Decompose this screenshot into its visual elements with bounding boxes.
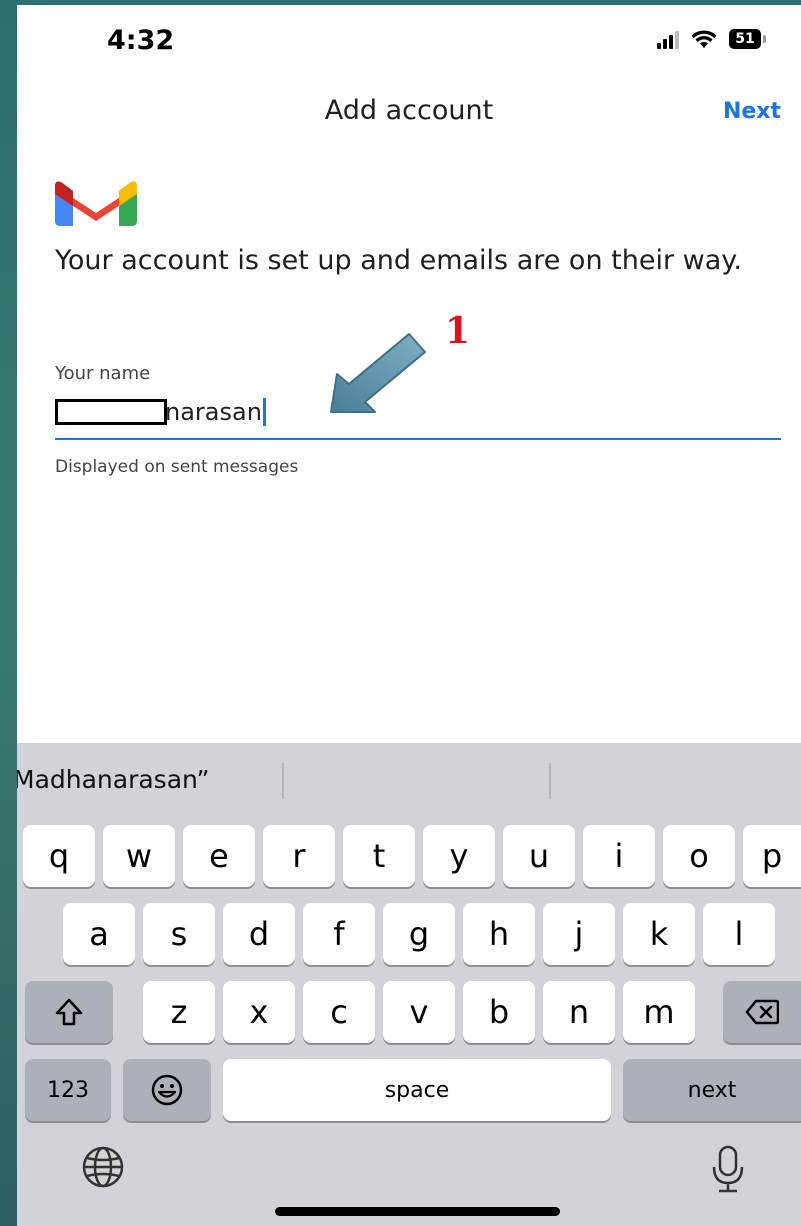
suggestion-divider: [282, 763, 284, 799]
key-j[interactable]: j: [543, 903, 615, 965]
redaction-box: [55, 399, 167, 425]
key-i[interactable]: i: [583, 825, 655, 887]
status-icons: 51: [657, 29, 766, 49]
emoji-key[interactable]: [123, 1059, 211, 1121]
phone-screen: 4:32 51 Add account Next Your account is…: [17, 5, 801, 1226]
key-d[interactable]: d: [223, 903, 295, 965]
wifi-icon: [691, 30, 717, 48]
key-f[interactable]: f: [303, 903, 375, 965]
key-n[interactable]: n: [543, 981, 615, 1043]
next-button[interactable]: Next: [723, 99, 781, 124]
key-t[interactable]: t: [343, 825, 415, 887]
your-name-label: Your name: [55, 363, 151, 384]
microphone-icon[interactable]: [703, 1143, 753, 1195]
slide-edge-left: [0, 0, 17, 1226]
numbers-key[interactable]: 123: [25, 1059, 111, 1121]
key-g[interactable]: g: [383, 903, 455, 965]
helper-text: Displayed on sent messages: [55, 457, 299, 477]
key-y[interactable]: y: [423, 825, 495, 887]
shift-icon: [55, 998, 83, 1026]
input-underline: [55, 438, 781, 440]
backspace-icon: [745, 999, 779, 1025]
key-w[interactable]: w: [103, 825, 175, 887]
space-key[interactable]: space: [223, 1059, 611, 1121]
status-time: 4:32: [107, 25, 175, 56]
key-o[interactable]: o: [663, 825, 735, 887]
delete-key[interactable]: [723, 981, 801, 1043]
key-e[interactable]: e: [183, 825, 255, 887]
key-r[interactable]: r: [263, 825, 335, 887]
key-q[interactable]: q: [23, 825, 95, 887]
your-name-value: narasan: [165, 398, 262, 426]
globe-icon[interactable]: [75, 1139, 131, 1195]
key-h[interactable]: h: [463, 903, 535, 965]
key-a[interactable]: a: [63, 903, 135, 965]
keyboard: Madhanarasan” q w e r t y u i o p a s d …: [17, 743, 801, 1226]
suggestion-item[interactable]: Madhanarasan”: [17, 765, 209, 794]
home-indicator: [275, 1207, 560, 1216]
key-k[interactable]: k: [623, 903, 695, 965]
key-m[interactable]: m: [623, 981, 695, 1043]
key-u[interactable]: u: [503, 825, 575, 887]
key-c[interactable]: c: [303, 981, 375, 1043]
annotation-step-number: 1: [445, 310, 471, 352]
your-name-input[interactable]: narasan: [55, 397, 266, 427]
suggestion-bar: Madhanarasan”: [17, 743, 801, 818]
key-l[interactable]: l: [703, 903, 775, 965]
key-z[interactable]: z: [143, 981, 215, 1043]
shift-key[interactable]: [25, 981, 113, 1043]
gmail-logo-icon: [55, 181, 137, 226]
key-b[interactable]: b: [463, 981, 535, 1043]
emoji-icon: [151, 1074, 183, 1106]
key-p[interactable]: p: [743, 825, 801, 887]
key-s[interactable]: s: [143, 903, 215, 965]
key-v[interactable]: v: [383, 981, 455, 1043]
key-x[interactable]: x: [223, 981, 295, 1043]
setup-complete-message: Your account is set up and emails are on…: [55, 245, 742, 276]
page-title: Add account: [324, 95, 494, 126]
text-cursor: [262, 398, 266, 426]
suggestion-divider: [549, 763, 551, 799]
next-key[interactable]: next: [623, 1059, 801, 1121]
cellular-signal-icon: [657, 29, 679, 49]
battery-icon: 51: [729, 29, 766, 49]
annotation-arrow-icon: [330, 333, 426, 413]
